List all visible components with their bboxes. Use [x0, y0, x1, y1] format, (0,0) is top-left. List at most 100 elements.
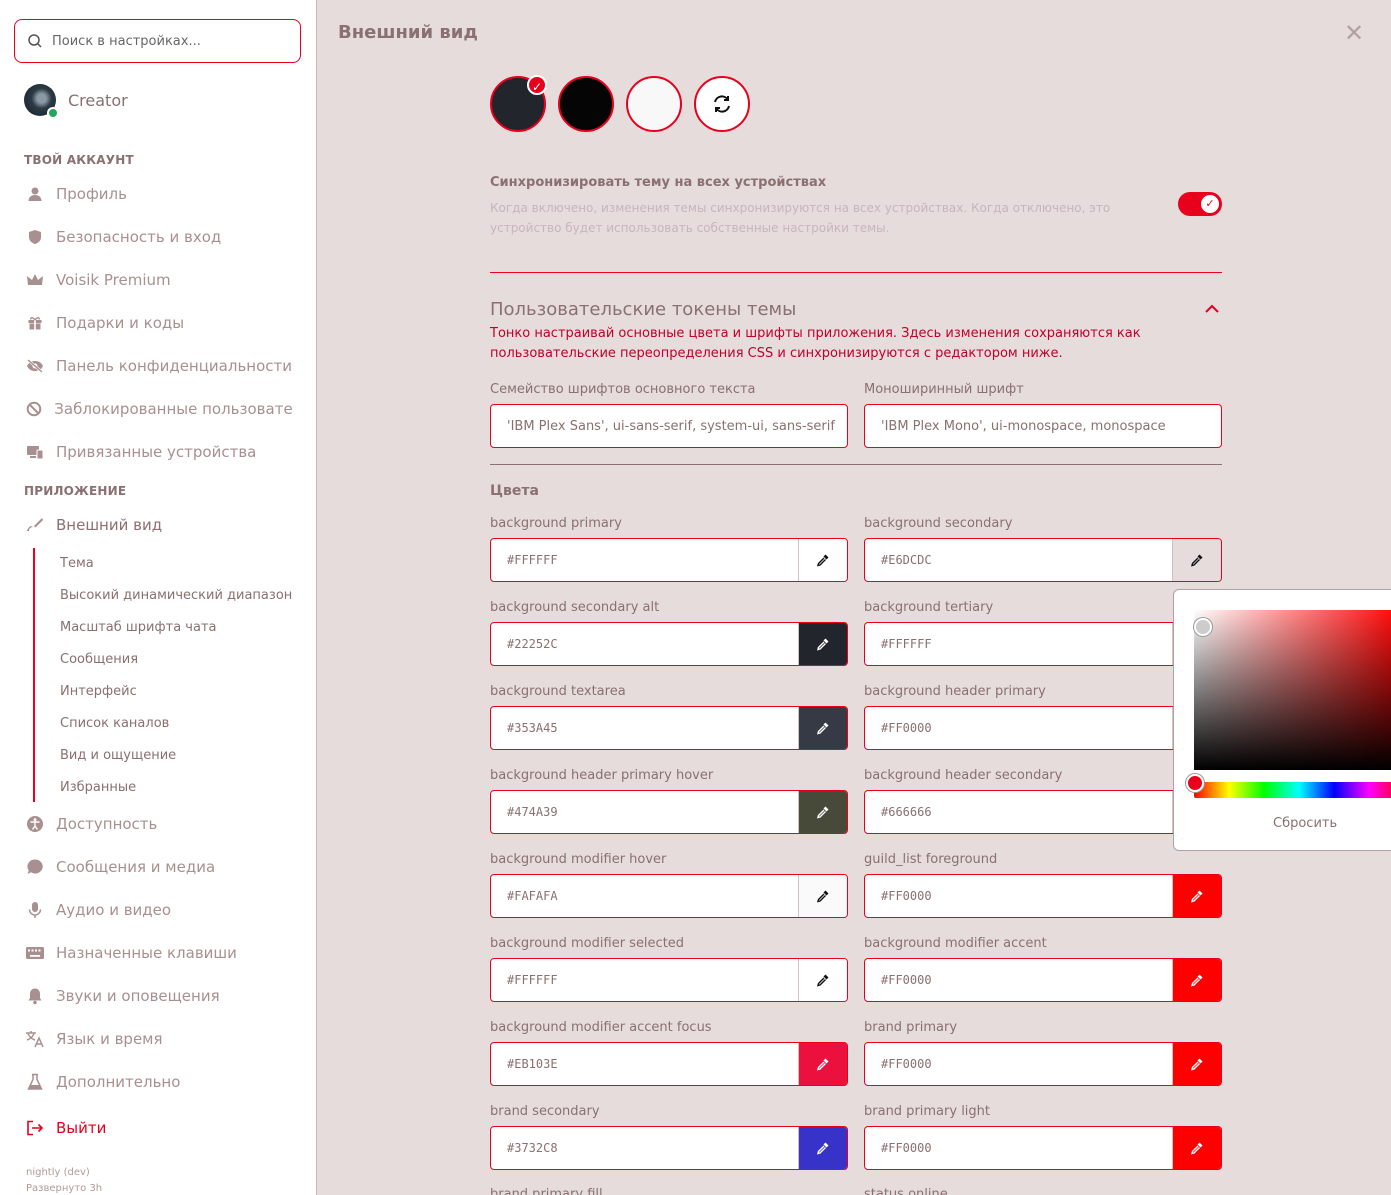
sidebar-item-label: Внешний вид [56, 516, 163, 534]
color-token-field[interactable]: #FF0000 [864, 874, 1222, 918]
color-token-field[interactable]: #3732C8 [490, 1126, 848, 1170]
sync-theme-toggle[interactable]: ✓ [1178, 192, 1222, 216]
color-token-field[interactable]: #FFFFFF [490, 958, 848, 1002]
sidebar-item-devices[interactable]: Привязанные устройства [24, 440, 304, 464]
hue-handle[interactable] [1186, 774, 1204, 792]
subnav-item-hdr[interactable]: Высокий динамический диапазон [60, 588, 292, 603]
color-hex-value[interactable]: #FF0000 [881, 707, 932, 749]
subnav-item-favorites[interactable]: Избранные [60, 780, 136, 795]
color-token-field[interactable]: #FF0000 [864, 958, 1222, 1002]
subnav-item-look-and-feel[interactable]: Вид и ощущение [60, 748, 176, 763]
color-token-label: background primary [490, 516, 622, 531]
eyedropper-button[interactable] [1172, 539, 1221, 581]
subnav-item-channel-list[interactable]: Список каналов [60, 716, 169, 731]
color-hex-value[interactable]: #FFFFFF [507, 539, 558, 581]
sidebar-item-advanced[interactable]: Дополнительно [24, 1070, 304, 1094]
hue-slider[interactable] [1194, 782, 1391, 798]
eyedropper-icon [817, 722, 829, 735]
color-token-field[interactable]: #EB103E [490, 1042, 848, 1086]
shield-icon [24, 226, 46, 248]
eyedropper-icon [817, 638, 829, 651]
subnav-item-theme[interactable]: Тема [60, 556, 94, 571]
color-hex-value[interactable]: #353A45 [507, 707, 558, 749]
font-mono-input[interactable]: 'IBM Plex Mono', ui-monospace, monospace [864, 404, 1222, 448]
saturation-area[interactable] [1194, 610, 1391, 770]
sidebar-item-messages-media[interactable]: Сообщения и медиа [24, 855, 304, 879]
color-token-field[interactable]: #474A39 [490, 790, 848, 834]
color-hex-value[interactable]: #FFFFFF [507, 959, 558, 1001]
color-hex-value[interactable]: #E6DCDC [881, 539, 932, 581]
sidebar-item-privacy[interactable]: Панель конфиденциальности [24, 354, 304, 378]
color-token-label: background secondary [864, 516, 1013, 531]
color-hex-value[interactable]: #FF0000 [881, 959, 932, 1001]
color-hex-value[interactable]: #EB103E [507, 1043, 558, 1085]
search-input[interactable] [52, 33, 282, 49]
sidebar-item-profile[interactable]: Профиль [24, 182, 304, 206]
subnav-item-messages[interactable]: Сообщения [60, 652, 138, 667]
eyedropper-button[interactable] [798, 1043, 847, 1085]
sidebar-item-label: Подарки и коды [56, 314, 185, 332]
sidebar-item-keybinds[interactable]: Назначенные клавиши [24, 941, 304, 965]
color-token-field[interactable]: #FF0000 [864, 706, 1222, 750]
sidebar-item-blocked[interactable]: Заблокированные пользователи [24, 397, 292, 421]
color-token-field[interactable]: #FF0000 [864, 1126, 1222, 1170]
eyedropper-button[interactable] [798, 539, 847, 581]
eyedropper-button[interactable] [1172, 1043, 1221, 1085]
chevron-up-icon[interactable] [1203, 300, 1221, 318]
color-hex-value[interactable]: #FF0000 [881, 1043, 932, 1085]
color-token-field[interactable]: #FF0000 [864, 1042, 1222, 1086]
saturation-handle[interactable] [1194, 618, 1212, 636]
color-token-field[interactable]: #FAFAFA [490, 874, 848, 918]
eyedropper-button[interactable] [798, 1127, 847, 1169]
eyedropper-button[interactable] [1172, 875, 1221, 917]
font-body-label: Семейство шрифтов основного текста [490, 382, 756, 397]
theme-swatch-dark[interactable]: ✓ [490, 75, 547, 132]
eyedropper-button[interactable] [798, 707, 847, 749]
sidebar-item-gifts[interactable]: Подарки и коды [24, 311, 304, 335]
eyedropper-button[interactable] [1172, 959, 1221, 1001]
color-token-label: brand primary [864, 1020, 958, 1035]
color-hex-value[interactable]: #FAFAFA [507, 875, 558, 917]
color-token-field[interactable]: #22252C [490, 622, 848, 666]
eyedropper-button[interactable] [798, 959, 847, 1001]
theme-swatch-light[interactable] [626, 76, 682, 132]
sidebar-item-security[interactable]: Безопасность и вход [24, 225, 304, 249]
sidebar-item-accessibility[interactable]: Доступность [24, 812, 304, 836]
color-hex-value[interactable]: #666666 [881, 791, 932, 833]
color-hex-value[interactable]: #22252C [507, 623, 558, 665]
sidebar-item-premium[interactable]: Voisik Premium [24, 268, 304, 292]
color-token-field[interactable]: #666666 [864, 790, 1222, 834]
close-icon[interactable]: ✕ [1343, 21, 1365, 45]
accessibility-icon [24, 813, 46, 835]
color-token-field[interactable]: #FFFFFF [490, 538, 848, 582]
colors-section-title: Цвета [490, 483, 539, 499]
section-label-app: ПРИЛОЖЕНИЕ [24, 484, 127, 498]
color-token-field[interactable]: #E6DCDC [864, 538, 1222, 582]
color-hex-value[interactable]: #FFFFFF [881, 623, 932, 665]
eyedropper-button[interactable] [798, 875, 847, 917]
theme-swatch-sync[interactable] [694, 76, 750, 132]
color-hex-value[interactable]: #FF0000 [881, 1127, 932, 1169]
sidebar-item-language-time[interactable]: Язык и время [24, 1027, 304, 1051]
color-hex-value[interactable]: #3732C8 [507, 1127, 558, 1169]
color-token-field[interactable]: #353A45 [490, 706, 848, 750]
user-profile[interactable]: Creator [24, 84, 128, 119]
theme-swatch-black[interactable] [558, 76, 614, 132]
eyedropper-button[interactable] [798, 791, 847, 833]
search-icon [28, 34, 42, 48]
reset-color-button[interactable]: Сбросить [1273, 816, 1337, 831]
subnav-item-interface[interactable]: Интерфейс [60, 684, 137, 699]
eyedropper-button[interactable] [798, 623, 847, 665]
eyedropper-button[interactable] [1172, 1127, 1221, 1169]
color-hex-value[interactable]: #474A39 [507, 791, 558, 833]
font-body-input[interactable]: 'IBM Plex Sans', ui-sans-serif, system-u… [490, 404, 848, 448]
bell-icon [24, 985, 46, 1007]
sidebar-item-notifications[interactable]: Звуки и оповещения [24, 984, 304, 1008]
sidebar-item-appearance[interactable]: Внешний вид [24, 513, 304, 537]
color-token-field[interactable]: #FFFFFF [864, 622, 1222, 666]
subnav-item-chat-font-scale[interactable]: Масштаб шрифта чата [60, 620, 216, 635]
search-box[interactable] [14, 19, 301, 63]
sidebar-item-logout[interactable]: Выйти [24, 1116, 304, 1140]
color-hex-value[interactable]: #FF0000 [881, 875, 932, 917]
sidebar-item-audio-video[interactable]: Аудио и видео [24, 898, 304, 922]
